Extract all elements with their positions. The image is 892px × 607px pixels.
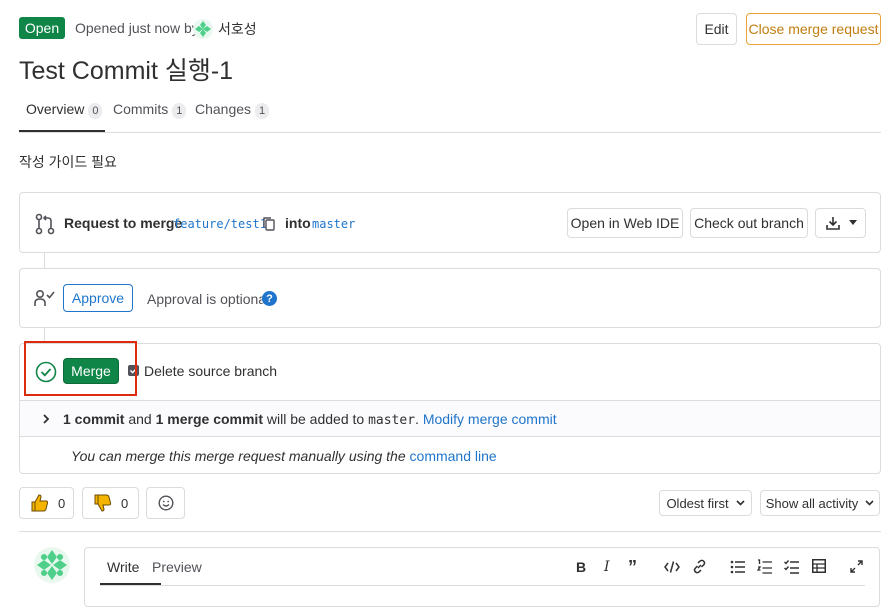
thumbs-down-icon (93, 493, 113, 513)
fullscreen-icon[interactable] (850, 560, 863, 573)
tab-count: 1 (255, 103, 270, 119)
approve-button[interactable]: Approve (63, 284, 133, 312)
chevron-right-icon[interactable] (42, 414, 50, 424)
commit-summary-text: 1 commit and 1 merge commit will be adde… (63, 411, 557, 428)
sort-label: Oldest first (666, 495, 729, 511)
tab-count: 1 (172, 103, 187, 119)
timeline-connector (44, 253, 45, 268)
merge-request-icon (35, 213, 55, 235)
link-icon[interactable] (692, 559, 707, 574)
copy-branch-icon[interactable] (262, 216, 276, 232)
modify-merge-commit-link[interactable]: Modify merge commit (423, 411, 557, 427)
bullet-list-icon[interactable] (730, 560, 745, 574)
section-divider (19, 531, 881, 532)
tab-count: 0 (88, 103, 103, 119)
commit-count: 1 commit (63, 411, 125, 427)
help-icon[interactable]: ? (262, 291, 277, 306)
download-dropdown-button[interactable] (815, 208, 866, 238)
add-reaction-button[interactable] (146, 487, 185, 519)
edit-button[interactable]: Edit (696, 13, 737, 45)
numbered-list-icon[interactable] (757, 559, 772, 575)
smiley-icon (157, 495, 174, 511)
task-list-icon[interactable] (784, 559, 799, 575)
period: . (415, 411, 419, 427)
delete-source-label[interactable]: Delete source branch (144, 363, 277, 379)
chevron-down-icon (849, 220, 857, 226)
tab-label: Commits (113, 101, 169, 117)
filter-label: Show all activity (765, 495, 859, 511)
merge-widget: Merge Delete source branch 1 commit and … (19, 343, 881, 474)
command-line-link[interactable]: command line (410, 448, 497, 464)
check-out-branch-button[interactable]: Check out branch (690, 208, 808, 238)
merge-commit-count: 1 merge commit (155, 411, 263, 427)
description: 작성 가이드 필요 (19, 154, 117, 170)
download-icon (825, 215, 841, 231)
bold-icon[interactable]: B (576, 559, 586, 575)
target-branch-link[interactable]: master (312, 217, 355, 231)
quote-icon[interactable]: ” (628, 557, 637, 578)
table-icon[interactable] (812, 559, 826, 573)
sort-dropdown[interactable]: Oldest first (659, 490, 752, 516)
close-merge-request-button[interactable]: Close merge request (746, 13, 881, 45)
thumbs-down-button[interactable]: 0 (82, 487, 139, 519)
target-branch: master (368, 413, 416, 428)
and-text: and (128, 411, 152, 427)
added-text: will be added to (266, 411, 365, 427)
approval-widget: Approve Approval is optional ? (19, 268, 881, 328)
author-name[interactable]: 서호성 (218, 19, 257, 39)
editor-tabs-divider (100, 585, 865, 586)
tab-preview[interactable]: Preview (152, 559, 202, 575)
thumbs-up-count: 0 (58, 495, 66, 511)
tab-label: Changes (195, 101, 252, 117)
request-to-merge-label: Request to merge (64, 215, 183, 231)
chevron-down-icon (865, 500, 874, 506)
status-badge: Open (19, 17, 65, 39)
opened-text: Opened just now by (75, 20, 199, 36)
manual-merge-instructions: You can merge this merge request manuall… (71, 448, 406, 464)
thumbs-up-icon (30, 493, 50, 513)
tab-write[interactable]: Write (107, 559, 139, 575)
merge-request-widget: Request to merge feature/test1 into mast… (19, 192, 881, 253)
author-avatar[interactable] (193, 19, 213, 39)
tabs-divider (19, 132, 881, 133)
italic-icon[interactable]: I (604, 559, 610, 575)
approval-icon (33, 289, 57, 307)
tab-commits[interactable]: Commits 1 (113, 101, 187, 119)
into-label: into (285, 215, 311, 231)
current-user-avatar[interactable] (34, 547, 70, 583)
highlight-box (24, 341, 137, 396)
page-title: Test Commit 실행-1 (19, 57, 234, 85)
tab-changes[interactable]: Changes 1 (195, 101, 270, 119)
tab-overview[interactable]: Overview 0 (26, 101, 103, 119)
thumbs-up-button[interactable]: 0 (19, 487, 74, 519)
code-icon[interactable] (664, 560, 680, 574)
manual-merge-text: You can merge this merge request manuall… (71, 448, 497, 464)
source-branch-link[interactable]: feature/test1 (173, 217, 267, 231)
thumbs-down-count: 0 (121, 495, 129, 511)
chevron-down-icon (735, 500, 745, 506)
approval-optional-text: Approval is optional (147, 291, 270, 307)
commit-summary-row[interactable]: 1 commit and 1 merge commit will be adde… (20, 400, 880, 437)
tab-label: Overview (26, 101, 85, 117)
comment-editor: Write Preview B I ” (84, 547, 880, 607)
activity-filter-dropdown[interactable]: Show all activity (760, 490, 880, 516)
open-in-web-ide-button[interactable]: Open in Web IDE (567, 208, 683, 238)
